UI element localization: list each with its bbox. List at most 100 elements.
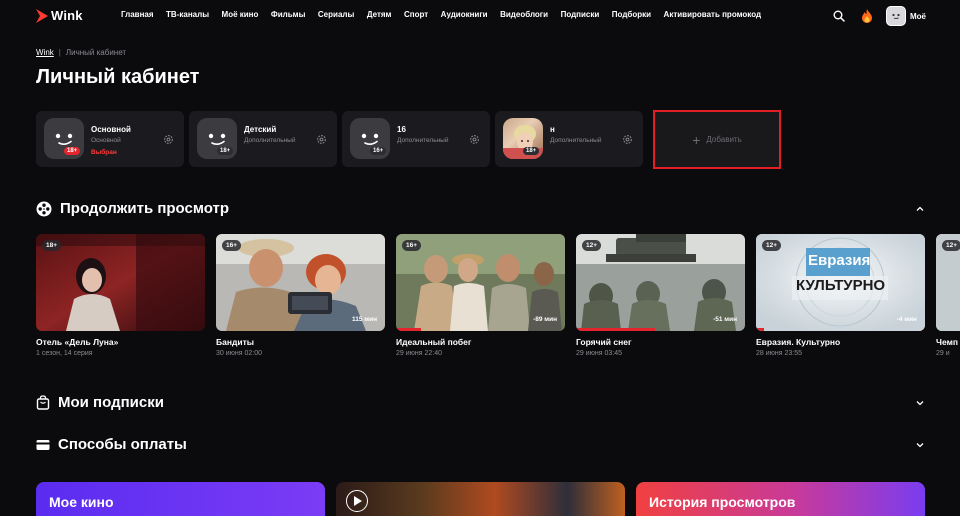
profile-selected-status: Выбран: [91, 149, 117, 156]
user-menu-label[interactable]: Моё: [910, 12, 926, 21]
my-movies-card[interactable]: Мое кино: [36, 482, 325, 516]
top-header: Wink Главная ТВ-каналы Моё кино Фильмы С…: [0, 0, 960, 32]
continue-watching-header[interactable]: Продолжить просмотр: [36, 200, 229, 217]
section-title: Способы оплаты: [58, 436, 187, 453]
payment-methods-header[interactable]: Способы оплаты: [36, 436, 187, 453]
user-avatar[interactable]: [886, 6, 906, 26]
profile-type: Дополнительный: [550, 137, 602, 144]
section-title: Мои подписки: [58, 394, 164, 411]
page-title: Личный кабинет: [36, 66, 200, 88]
time-remaining: 115 мин: [351, 316, 377, 323]
continue-item[interactable]: 16+ -89 мин Идеальный побег 29 июня 22:4…: [396, 234, 565, 357]
gear-icon[interactable]: [622, 134, 633, 145]
poster-text-line2: КУЛЬТУРНО: [796, 277, 886, 294]
video-promo-card[interactable]: [336, 482, 625, 516]
chevron-up-icon[interactable]: [914, 203, 926, 215]
profile-type: Дополнительный: [244, 137, 296, 144]
profile-card-n[interactable]: 18+ н Дополнительный: [495, 111, 643, 167]
poster-thumbnail: 16+ -89 мин: [396, 234, 565, 331]
poster-thumbnail: Евразия КУЛЬТУРНО 12+ -4 мин: [756, 234, 925, 331]
poster-thumbnail: 12+: [936, 234, 960, 331]
time-remaining: -4 мин: [896, 316, 917, 323]
promo-title: Мое кино: [49, 494, 114, 510]
age-rating-badge: 18+: [42, 240, 62, 251]
add-profile-button[interactable]: + Добавить: [653, 110, 781, 169]
nav-item-films[interactable]: Фильмы: [271, 10, 306, 19]
age-rating-badge: 12+: [762, 240, 782, 251]
nav-item-promocode[interactable]: Активировать промокод: [664, 10, 762, 19]
profile-age-badge: 18+: [64, 147, 81, 155]
item-title: Евразия. Культурно: [756, 337, 841, 347]
continue-item[interactable]: Евразия КУЛЬТУРНО 12+ -4 мин Евразия. Ку…: [756, 234, 925, 357]
item-subtitle: 29 и: [936, 350, 950, 357]
watch-progress-bar: [396, 328, 422, 331]
nav-item-home[interactable]: Главная: [121, 10, 154, 19]
continue-item[interactable]: 12+ Чемп 29 и: [936, 234, 960, 357]
shopping-bag-icon: [36, 395, 50, 410]
item-subtitle: 30 июня 02:00: [216, 350, 263, 357]
time-remaining: -89 мин: [533, 316, 557, 323]
history-card[interactable]: История просмотров: [636, 482, 925, 516]
item-subtitle: 29 июня 03:45: [576, 350, 623, 357]
poster-thumbnail: 16+ 115 мин: [216, 234, 385, 331]
profile-age-badge: 18+: [217, 147, 234, 155]
nav-item-subscriptions[interactable]: Подписки: [561, 10, 600, 19]
film-reel-icon: [36, 201, 52, 216]
breadcrumb-separator: |: [58, 48, 61, 57]
section-title: Продолжить просмотр: [60, 200, 230, 217]
wink-logo[interactable]: Wink: [36, 8, 83, 23]
nav-item-sport[interactable]: Спорт: [404, 10, 428, 19]
poster-text-line1: Евразия: [808, 252, 871, 269]
continue-item[interactable]: 12+ -51 мин Горячий снег 29 июня 03:45: [576, 234, 745, 357]
item-subtitle: 29 июня 22:40: [396, 350, 443, 357]
item-title: Чемп: [936, 337, 959, 347]
nav-item-audiobooks[interactable]: Аудиокниги: [441, 10, 488, 19]
chevron-down-icon[interactable]: [914, 397, 926, 409]
profiles-row: 18+ Основной Основной Выбран 18+ Детский…: [36, 110, 781, 169]
gear-icon[interactable]: [163, 134, 174, 145]
profile-name: Основной: [91, 125, 131, 134]
nav-item-collections[interactable]: Подборки: [612, 10, 651, 19]
poster-thumbnail: 12+ -51 мин: [576, 234, 745, 331]
add-profile-label: Добавить: [706, 135, 742, 144]
item-title: Бандиты: [216, 337, 255, 347]
promo-title: История просмотров: [649, 494, 796, 510]
age-rating-badge: 12+: [582, 240, 602, 251]
item-title: Отель «Дель Луна»: [36, 337, 119, 347]
gear-icon[interactable]: [316, 134, 327, 145]
nav-item-kids[interactable]: Детям: [367, 10, 392, 19]
search-icon[interactable]: [830, 7, 848, 25]
plus-icon: +: [692, 131, 701, 148]
continue-item[interactable]: 16+ 115 мин Бандиты 30 июня 02:00: [216, 234, 385, 357]
gear-icon[interactable]: [469, 134, 480, 145]
poster-thumbnail: 18+: [36, 234, 205, 331]
nav-item-my-movies[interactable]: Моё кино: [222, 10, 259, 19]
watch-progress-bar: [576, 328, 656, 331]
play-icon[interactable]: [346, 490, 368, 512]
profile-card-kids[interactable]: 18+ Детский Дополнительный: [189, 111, 337, 167]
item-subtitle: 1 сезон, 14 серия: [36, 350, 93, 357]
profile-type: Дополнительный: [397, 137, 449, 144]
watch-progress-bar: [756, 328, 765, 331]
item-title: Идеальный побег: [396, 337, 472, 347]
age-rating-badge: 16+: [222, 240, 242, 251]
profile-card-16[interactable]: 16+ 16 Дополнительный: [342, 111, 490, 167]
profile-card-main[interactable]: 18+ Основной Основной Выбран: [36, 111, 184, 167]
age-rating-badge: 12+: [942, 240, 960, 251]
nav-item-tv[interactable]: ТВ-каналы: [166, 10, 209, 19]
item-subtitle: 28 июня 23:55: [756, 350, 803, 357]
item-title: Горячий снег: [576, 337, 632, 347]
continue-item[interactable]: 18+ Отель «Дель Луна» 1 сезон, 14 серия: [36, 234, 205, 357]
nav-item-series[interactable]: Сериалы: [318, 10, 354, 19]
nav-item-videoblogs[interactable]: Видеоблоги: [500, 10, 548, 19]
profile-age-badge: 18+: [523, 147, 540, 155]
time-remaining: -51 мин: [713, 316, 737, 323]
chevron-down-icon[interactable]: [914, 439, 926, 451]
profile-name: н: [550, 125, 555, 134]
main-nav: Главная ТВ-каналы Моё кино Фильмы Сериал…: [121, 10, 774, 19]
header-actions: Моё: [830, 6, 926, 26]
breadcrumb: Wink | Личный кабинет: [36, 48, 126, 57]
fire-icon[interactable]: [858, 7, 876, 25]
subscriptions-header[interactable]: Мои подписки: [36, 394, 164, 411]
breadcrumb-home-link[interactable]: Wink: [36, 48, 54, 57]
